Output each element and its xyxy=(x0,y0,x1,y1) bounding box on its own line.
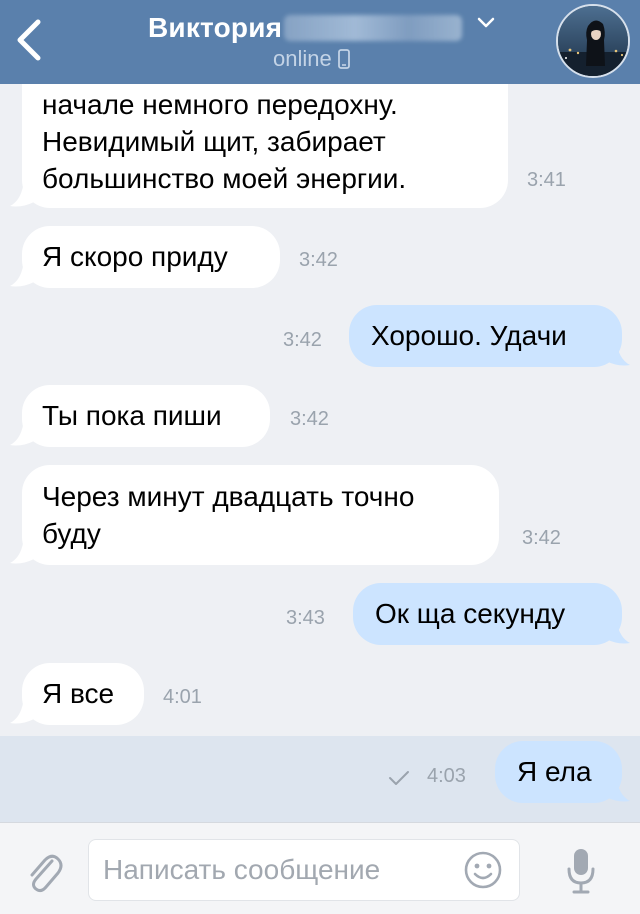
incoming-message[interactable]: Через минут двадцать точно буду xyxy=(22,465,499,565)
bubble-tail xyxy=(606,617,630,644)
blurred-surname xyxy=(284,15,463,41)
microphone-icon xyxy=(567,849,595,894)
message-time: 3:42 xyxy=(522,527,561,549)
bubble-tail xyxy=(10,260,34,287)
bubble-tail xyxy=(606,339,630,366)
message-time: 3:43 xyxy=(286,607,325,629)
message-time: 3:42 xyxy=(283,329,322,351)
incoming-message[interactable]: Я все xyxy=(22,663,144,725)
contact-name: Виктория xyxy=(148,12,283,43)
chat-title[interactable]: Виктория online xyxy=(148,10,498,80)
bubble-tail xyxy=(10,537,34,564)
message-time: 3:41 xyxy=(527,169,566,191)
bubble-tail xyxy=(10,180,34,207)
message-input[interactable] xyxy=(103,850,453,890)
chevron-down-icon xyxy=(477,17,495,28)
outgoing-message[interactable]: Ок ща секунду xyxy=(353,583,622,645)
message-list[interactable]: начале немного передохну. Невидимый щит,… xyxy=(0,56,640,822)
emoji-icon[interactable] xyxy=(463,850,503,890)
incoming-message[interactable]: Ты пока пиши xyxy=(22,385,270,447)
bubble-tail xyxy=(10,419,34,446)
voice-message-button[interactable] xyxy=(566,847,596,895)
message-time: 4:03 xyxy=(427,765,466,787)
back-arrow-icon xyxy=(17,19,41,61)
message-composer xyxy=(0,822,640,914)
message-time: 4:01 xyxy=(163,686,202,708)
outgoing-message[interactable]: Я ела xyxy=(495,741,622,803)
bubble-tail xyxy=(10,697,34,724)
message-time: 3:42 xyxy=(299,249,338,271)
message-time: 3:42 xyxy=(290,408,329,430)
online-status: online xyxy=(273,46,332,71)
message-input-box[interactable] xyxy=(88,839,520,901)
back-button[interactable] xyxy=(10,14,50,66)
attach-button[interactable] xyxy=(22,847,66,897)
paperclip-icon xyxy=(30,854,63,893)
avatar[interactable] xyxy=(556,4,630,78)
incoming-message[interactable]: Я скоро приду xyxy=(22,226,280,288)
bubble-tail xyxy=(606,775,630,802)
chat-header: Виктория online xyxy=(0,0,640,84)
mobile-phone-icon xyxy=(337,49,350,69)
delivered-check-icon xyxy=(389,771,409,785)
outgoing-message[interactable]: Хорошо. Удачи xyxy=(349,305,622,367)
